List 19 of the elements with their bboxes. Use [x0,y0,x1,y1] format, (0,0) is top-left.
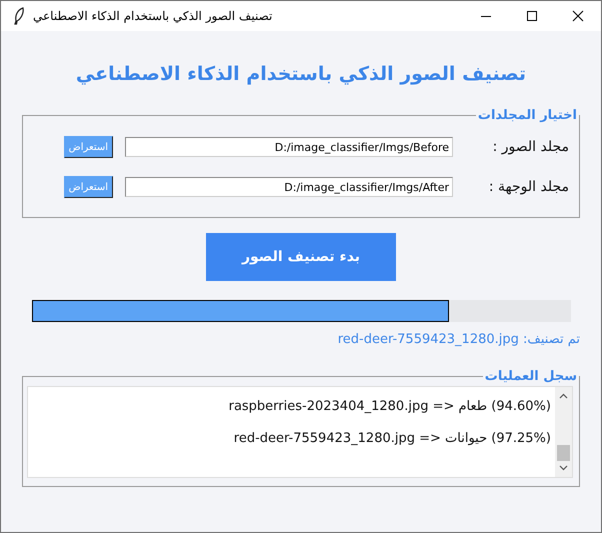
browse-button[interactable]: استعراض [64,136,113,158]
scroll-down-icon[interactable] [559,465,568,471]
browse-button[interactable]: استعراض [64,176,113,198]
field-label: مجلد الصور : [492,139,570,155]
scrollbar[interactable] [555,387,572,477]
app-heading: تصنيف الصور الذكي باستخدام الذكاء الاصطناعي [74,63,528,85]
status-text: تم تصنيف: red-deer-7559423_1280.jpg [336,332,580,347]
maximize-icon [526,10,538,22]
window-title: تصنيف الصور الذكي باستخدام الذكاء الاصطناعي [33,9,274,23]
panel-title: اختيار المجلدات [476,108,578,123]
start-button[interactable]: بدء تصنيف الصور [206,233,396,281]
feather-icon [13,7,25,25]
folder-path-field[interactable]: D:/image_classifier/Imgs/After [125,177,453,197]
field-label: مجلد الوجهة : [488,179,570,195]
panel-title: سجل العمليات [484,369,578,384]
scroll-thumb[interactable] [557,445,570,461]
folder-path-field[interactable]: D:/image_classifier/Imgs/Before [125,137,453,157]
scroll-up-icon[interactable] [559,393,568,399]
close-icon [572,10,584,22]
